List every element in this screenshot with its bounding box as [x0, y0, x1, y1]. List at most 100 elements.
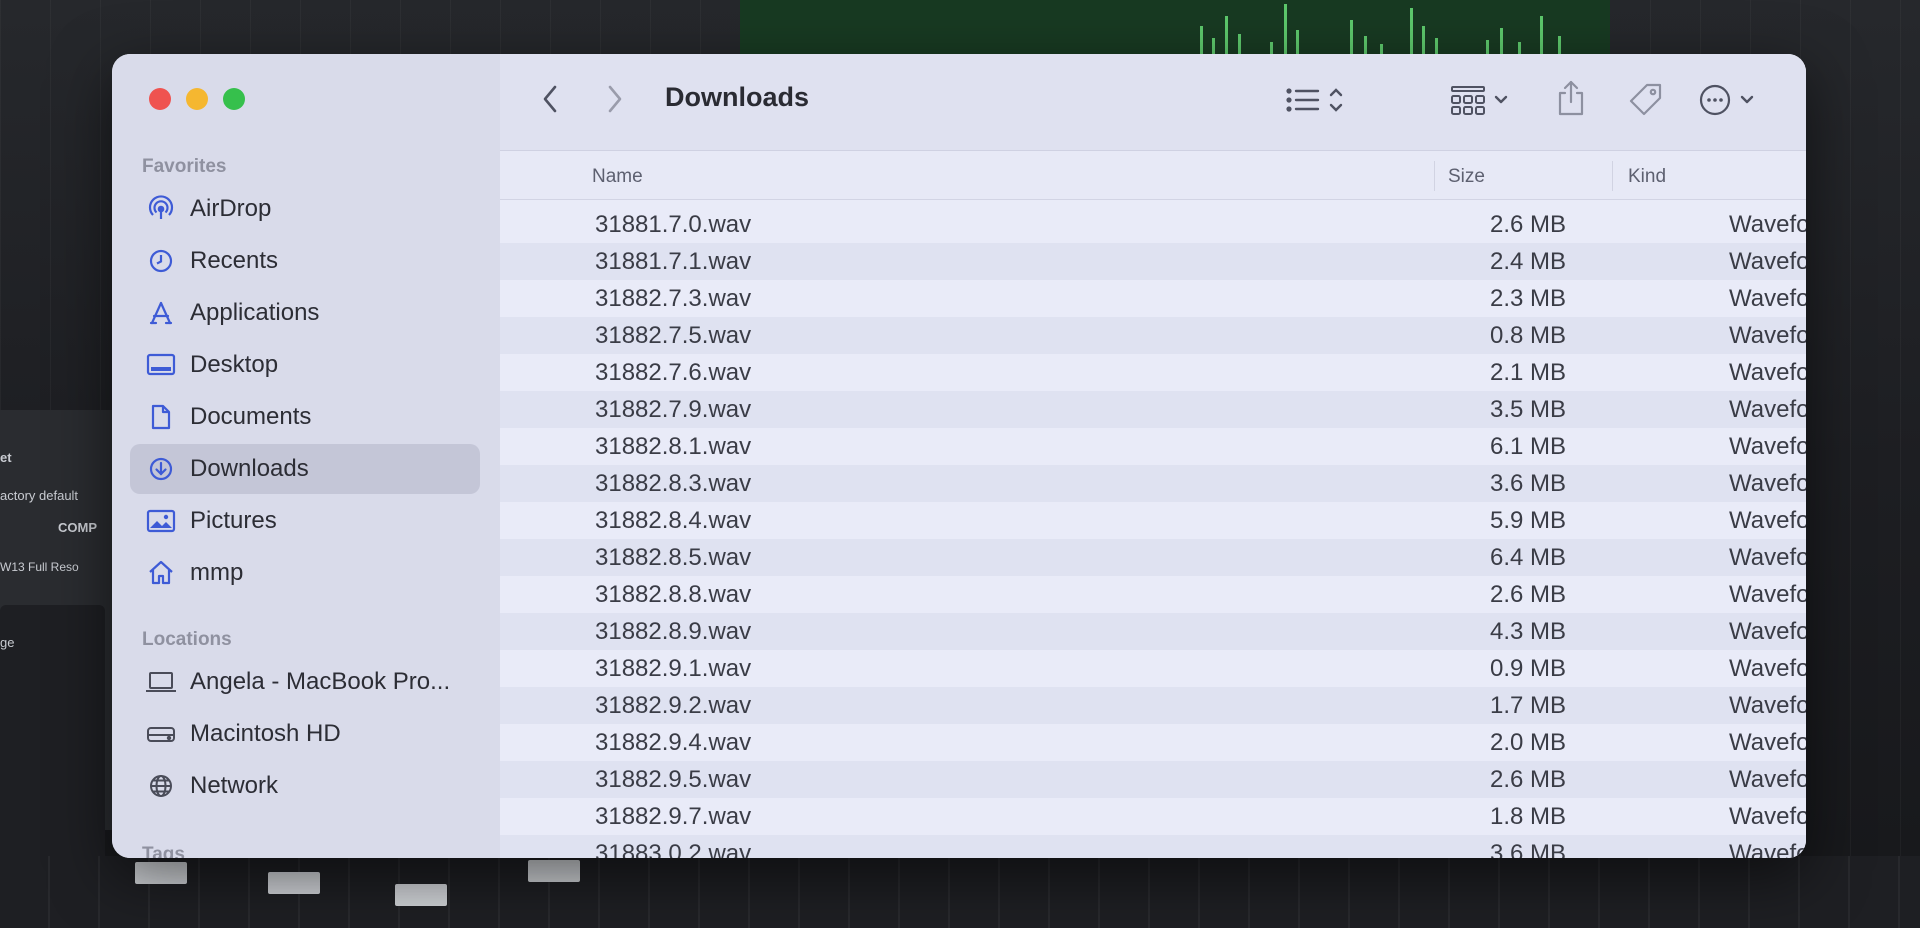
sidebar-item-downloads[interactable]: Downloads [130, 444, 480, 494]
file-size: 0.8 MB [1489, 322, 1566, 349]
minimize-button[interactable] [186, 88, 208, 110]
file-name: 31882.8.3.wav [595, 470, 752, 497]
view-options-button[interactable] [1284, 82, 1354, 118]
file-row[interactable]: 31882.7.9.wav 3.5 MB Waveform audio [500, 391, 1806, 428]
sidebar-item-label: Macintosh HD [190, 720, 341, 747]
file-name: 31882.8.8.wav [595, 581, 752, 608]
file-row[interactable]: 31883.0.2.wav 3.6 MB Waveform audio [500, 835, 1806, 858]
file-row[interactable]: 31882.7.6.wav 2.1 MB Waveform audio [500, 354, 1806, 391]
file-kind: Waveform audio [1729, 322, 1806, 349]
file-name: 31882.8.5.wav [595, 544, 752, 571]
file-name: 31881.7.0.wav [595, 211, 752, 238]
close-button[interactable] [149, 88, 171, 110]
airdrop-icon [144, 195, 178, 223]
file-row[interactable]: 31882.9.7.wav 1.8 MB Waveform audio [500, 798, 1806, 835]
sidebar-item-applications[interactable]: Applications [130, 288, 480, 338]
background-label: W13 Full Reso [0, 560, 79, 574]
file-size: 3.6 MB [1489, 470, 1566, 497]
main-pane: Downloads Name Size Kind 31881.7.0.wav 2… [500, 54, 1806, 858]
file-size: 3.6 MB [1489, 840, 1566, 858]
sidebar-item-label: Recents [190, 247, 279, 274]
file-row[interactable]: 31882.7.3.wav 2.3 MB Waveform audio [500, 280, 1806, 317]
file-row[interactable]: 31881.7.1.wav 2.4 MB Waveform audio [500, 243, 1806, 280]
laptop-icon [144, 670, 178, 694]
file-row[interactable]: 31882.8.4.wav 5.9 MB Waveform audio [500, 502, 1806, 539]
file-row[interactable]: 31882.9.4.wav 2.0 MB Waveform audio [500, 724, 1806, 761]
file-name: 31882.9.5.wav [595, 766, 752, 793]
sidebar-item-recents[interactable]: Recents [130, 236, 480, 286]
file-kind: Waveform audio [1729, 766, 1806, 793]
file-row[interactable]: 31882.8.8.wav 2.6 MB Waveform audio [500, 576, 1806, 613]
chevron-left-icon [543, 85, 557, 113]
sidebar-item-macintosh-hd[interactable]: Macintosh HD [130, 709, 480, 759]
sidebar-item-label: Downloads [190, 455, 309, 482]
document-icon [144, 403, 178, 431]
file-name: 31882.8.1.wav [595, 433, 752, 460]
group-button[interactable] [1450, 82, 1516, 118]
ellipsis-circle-icon [1699, 84, 1754, 116]
file-name: 31882.9.7.wav [595, 803, 752, 830]
file-row[interactable]: 31882.8.1.wav 6.1 MB Waveform audio [500, 428, 1806, 465]
file-row[interactable]: 31882.8.3.wav 3.6 MB Waveform audio [500, 465, 1806, 502]
file-kind: Waveform audio [1729, 692, 1806, 719]
download-icon [144, 456, 178, 482]
column-header-kind[interactable]: Kind [1628, 166, 1666, 188]
file-kind: Waveform audio [1729, 581, 1806, 608]
file-size: 2.6 MB [1489, 211, 1566, 238]
sidebar-item-mmp[interactable]: mmp [130, 548, 480, 598]
sidebar-item-pictures[interactable]: Pictures [130, 496, 480, 546]
file-size: 2.1 MB [1489, 359, 1566, 386]
more-actions-button[interactable] [1698, 82, 1764, 118]
sidebar-item-label: Pictures [190, 507, 277, 534]
column-header-size[interactable]: Size [1448, 166, 1485, 188]
list-view-icon [1286, 88, 1343, 112]
background-fader [135, 862, 187, 884]
background-label: et [0, 450, 12, 465]
clock-icon [144, 248, 178, 274]
file-kind: Waveform audio [1729, 211, 1806, 238]
forward-button[interactable] [600, 82, 630, 116]
file-size: 2.3 MB [1489, 285, 1566, 312]
background-mixer [0, 856, 1920, 928]
file-row[interactable]: 31882.8.9.wav 4.3 MB Waveform audio [500, 613, 1806, 650]
file-size: 1.7 MB [1489, 692, 1566, 719]
tags-section-title: Tags [142, 844, 185, 858]
file-kind: Waveform audio [1729, 359, 1806, 386]
column-divider[interactable] [1434, 161, 1435, 191]
sidebar-item-airdrop[interactable]: AirDrop [130, 184, 480, 234]
file-size: 0.9 MB [1489, 655, 1566, 682]
sidebar-item-desktop[interactable]: Desktop [130, 340, 480, 390]
toolbar: Downloads [500, 54, 1806, 151]
column-header-name[interactable]: Name [592, 166, 643, 188]
file-kind: Waveform audio [1729, 285, 1806, 312]
file-kind: Waveform audio [1729, 248, 1806, 275]
sidebar-item-label: Applications [190, 299, 320, 326]
file-name: 31882.9.4.wav [595, 729, 752, 756]
desktop-icon [144, 352, 178, 378]
zoom-button[interactable] [223, 88, 245, 110]
file-kind: Waveform audio [1729, 655, 1806, 682]
sidebar-item-network[interactable]: Network [130, 761, 480, 811]
file-row[interactable]: 31882.9.5.wav 2.6 MB Waveform audio [500, 761, 1806, 798]
file-name: 31882.8.9.wav [595, 618, 752, 645]
file-row[interactable]: 31882.7.5.wav 0.8 MB Waveform audio [500, 317, 1806, 354]
file-kind: Waveform audio [1729, 396, 1806, 423]
back-button[interactable] [535, 82, 565, 116]
sidebar-item-label: Network [190, 772, 279, 799]
tag-button[interactable] [1626, 80, 1666, 120]
sidebar-item-documents[interactable]: Documents [130, 392, 480, 442]
file-kind: Waveform audio [1729, 840, 1806, 858]
file-name: 31883.0.2.wav [595, 840, 752, 858]
file-row[interactable]: 31882.9.2.wav 1.7 MB Waveform audio [500, 687, 1806, 724]
file-size: 2.6 MB [1489, 766, 1566, 793]
sidebar-item-macbook[interactable]: Angela - MacBook Pro... [130, 657, 480, 707]
grid-icon [1451, 86, 1508, 115]
file-kind: Waveform audio [1729, 729, 1806, 756]
column-divider[interactable] [1612, 161, 1613, 191]
window-title: Downloads [665, 82, 810, 112]
sidebar-item-label: mmp [190, 559, 244, 586]
file-row[interactable]: 31882.9.1.wav 0.9 MB Waveform audio [500, 650, 1806, 687]
share-button[interactable] [1554, 78, 1588, 118]
file-row[interactable]: 31882.8.5.wav 6.4 MB Waveform audio [500, 539, 1806, 576]
file-row[interactable]: 31881.7.0.wav 2.6 MB Waveform audio [500, 206, 1806, 243]
